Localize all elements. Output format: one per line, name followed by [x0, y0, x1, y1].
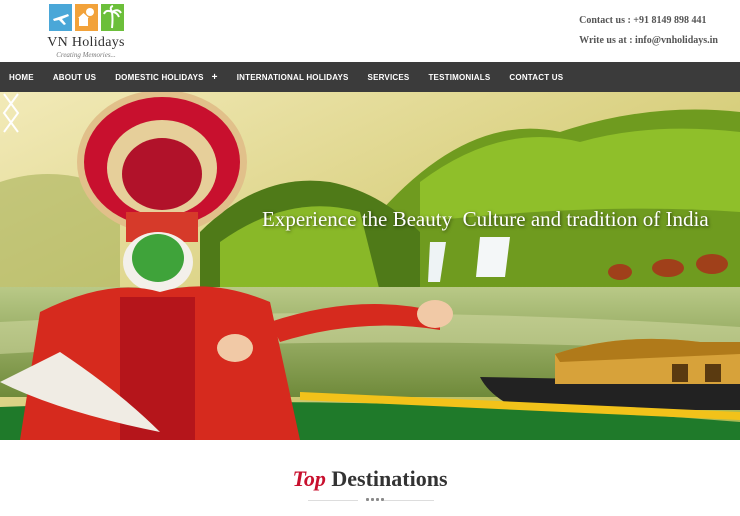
palm-tile-icon — [101, 4, 124, 31]
nav-about-label: ABOUT US — [52, 72, 97, 82]
expand-plus-icon[interactable]: + — [212, 72, 218, 83]
contact-phone: Contact us : +91 8149 898 441 — [579, 15, 707, 26]
nav-domestic-holidays[interactable]: DOMESTIC HOLIDAYS + — [115, 72, 218, 83]
section-title: Top Destinations — [0, 466, 740, 492]
divider-line-left — [308, 500, 358, 501]
section-title-rest: Destinations — [325, 466, 448, 491]
nav-testimonials-label: TESTIMONIALS — [428, 72, 491, 82]
nav-testimonials[interactable]: TESTIMONIALS — [428, 73, 490, 82]
nav-domestic-label: DOMESTIC HOLIDAYS — [115, 72, 204, 82]
nav-services[interactable]: SERVICES — [368, 73, 410, 82]
logo-icons — [49, 4, 124, 31]
hero-background-image — [0, 92, 740, 440]
slider-next-arrow-icon[interactable] — [0, 92, 22, 134]
nav-about-us[interactable]: ABOUT US — [53, 73, 96, 82]
contact-info: Contact us : +91 8149 898 441 Write us a… — [579, 14, 718, 54]
plane-tile-icon — [49, 4, 72, 31]
divider-dots-icon — [366, 498, 384, 501]
main-nav: HOME ABOUT US DOMESTIC HOLIDAYS + INTERN… — [0, 62, 740, 92]
divider-line-right — [384, 500, 434, 501]
nav-home[interactable]: HOME — [9, 73, 34, 82]
nav-international-label: INTERNATIONAL HOLIDAYS — [236, 72, 349, 82]
site-header: VN Holidays Creating Memories... Contact… — [0, 0, 740, 62]
brand-tagline: Creating Memories... — [56, 51, 116, 59]
section-title-accent: Top — [292, 466, 326, 491]
nav-home-label: HOME — [9, 72, 34, 82]
nav-contact-label: CONTACT US — [509, 72, 564, 82]
nav-services-label: SERVICES — [367, 72, 410, 82]
title-divider — [308, 498, 434, 504]
hero-caption: Experience the Beauty Culture and tradit… — [262, 207, 709, 231]
brand-name: VN Holidays — [47, 35, 125, 50]
nav-contact-us[interactable]: CONTACT US — [509, 73, 563, 82]
contact-email[interactable]: Write us at : info@vnholidays.in — [579, 34, 718, 54]
nav-list: HOME ABOUT US DOMESTIC HOLIDAYS + INTERN… — [0, 62, 740, 92]
nav-international-holidays[interactable]: INTERNATIONAL HOLIDAYS — [237, 73, 349, 82]
hero-slider: Experience the Beauty Culture and tradit… — [0, 92, 740, 440]
top-destinations-section: Top Destinations — [0, 440, 740, 516]
beach-tile-icon — [75, 4, 98, 31]
brand-logo[interactable]: VN Holidays Creating Memories... — [36, 4, 136, 60]
